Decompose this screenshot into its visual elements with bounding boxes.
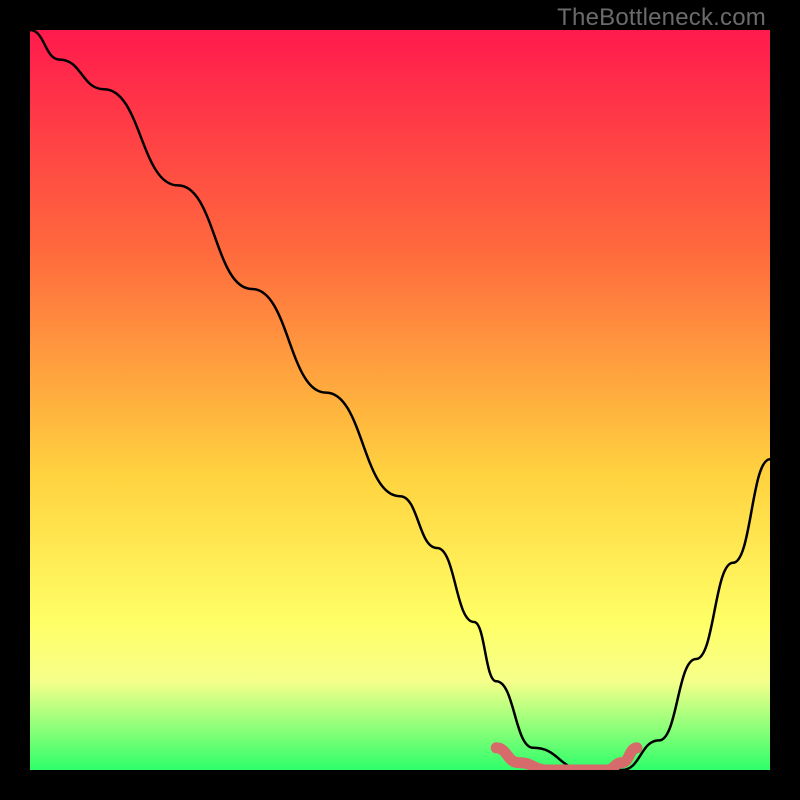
chart-frame: TheBottleneck.com (0, 0, 800, 800)
watermark-text: TheBottleneck.com (557, 4, 766, 32)
chart-svg (30, 30, 770, 770)
optimal-zone-curve (496, 748, 637, 770)
bottleneck-curve (30, 30, 770, 770)
plot-area (30, 30, 770, 770)
